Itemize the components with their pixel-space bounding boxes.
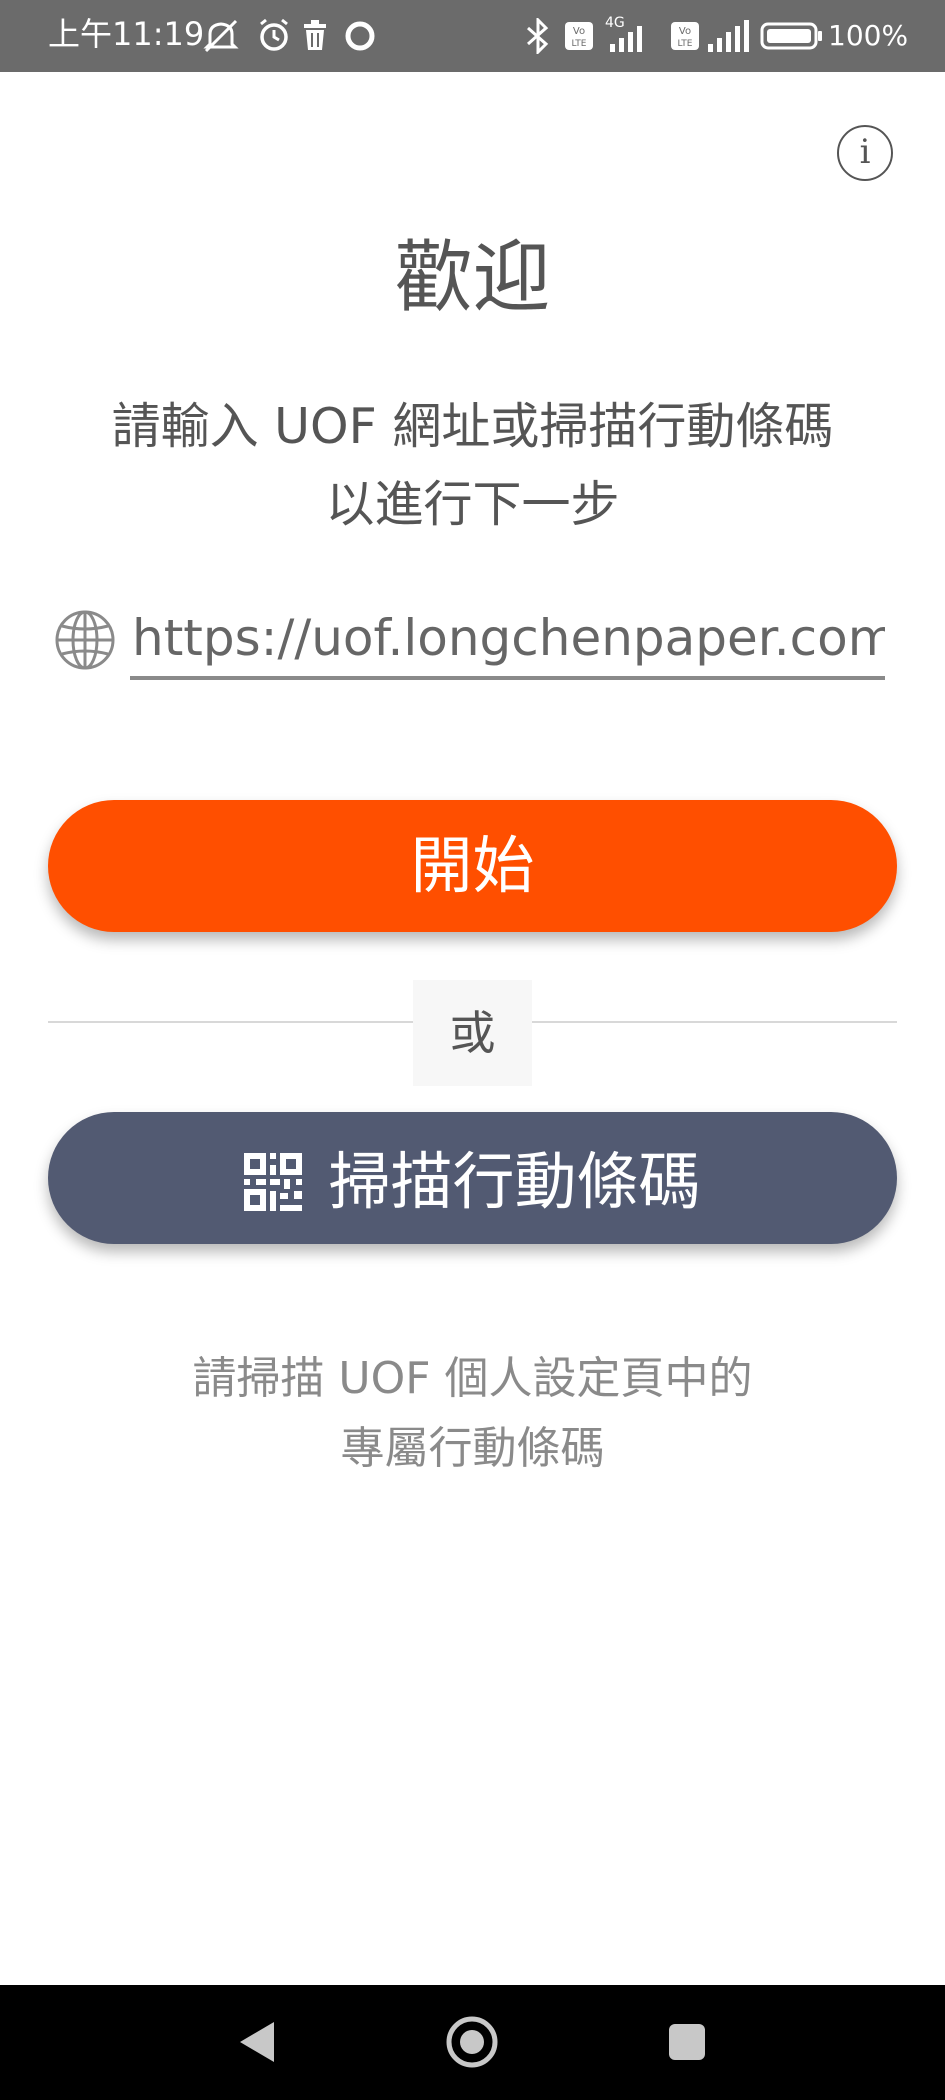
status-bar: 上午11:19 Vo LTE 4G Vo LTE 100% <box>0 0 945 72</box>
recents-icon[interactable] <box>652 2007 722 2077</box>
svg-text:Vo: Vo <box>573 26 585 37</box>
or-divider-label: 或 <box>413 980 532 1086</box>
signal-icon <box>610 26 642 52</box>
volte-icon: Vo LTE <box>671 22 699 50</box>
hint-line-1: 請掃描 UOF 個人設定頁中的 <box>192 1353 753 1404</box>
svg-text:Vo: Vo <box>679 26 691 37</box>
scan-qr-button-label: 掃描行動條碼 <box>328 1144 701 1218</box>
divider-left <box>48 1021 413 1023</box>
globe-icon <box>55 610 115 670</box>
start-button-label: 開始 <box>410 829 535 902</box>
instruction-text: 請輸入 UOF 網址或掃描行動條碼 以進行下一步 <box>60 388 885 544</box>
back-icon[interactable] <box>222 2007 292 2077</box>
scan-qr-button[interactable]: 掃描行動條碼 <box>48 1112 897 1244</box>
status-time: 上午11:19 <box>48 15 205 53</box>
info-button[interactable]: i <box>837 125 893 181</box>
svg-text:LTE: LTE <box>572 39 587 49</box>
instruction-line-2: 以進行下一步 <box>325 476 620 533</box>
volte-icon: Vo LTE <box>565 22 593 50</box>
mute-icon <box>203 19 239 53</box>
battery-icon <box>760 22 822 50</box>
battery-percentage: 100% <box>828 19 909 52</box>
trash-icon <box>304 20 326 50</box>
hint-line-2: 專屬行動條碼 <box>340 1423 605 1474</box>
svg-text:LTE: LTE <box>678 39 693 49</box>
signal-icon <box>708 20 749 52</box>
divider-right <box>532 1021 897 1023</box>
start-button[interactable]: 開始 <box>48 800 897 932</box>
bluetooth-icon <box>527 18 549 54</box>
circle-icon <box>345 21 375 51</box>
qr-code-icon <box>244 1152 303 1211</box>
url-input[interactable] <box>130 600 885 680</box>
hint-text: 請掃描 UOF 個人設定頁中的 專屬行動條碼 <box>120 1344 825 1484</box>
navigation-bar <box>0 1985 945 2100</box>
info-icon: i <box>859 132 871 172</box>
alarm-icon <box>260 18 288 51</box>
home-icon[interactable] <box>437 2007 507 2077</box>
instruction-line-1: 請輸入 UOF 網址或掃描行動條碼 <box>111 398 834 455</box>
page-title: 歡迎 <box>394 233 551 323</box>
